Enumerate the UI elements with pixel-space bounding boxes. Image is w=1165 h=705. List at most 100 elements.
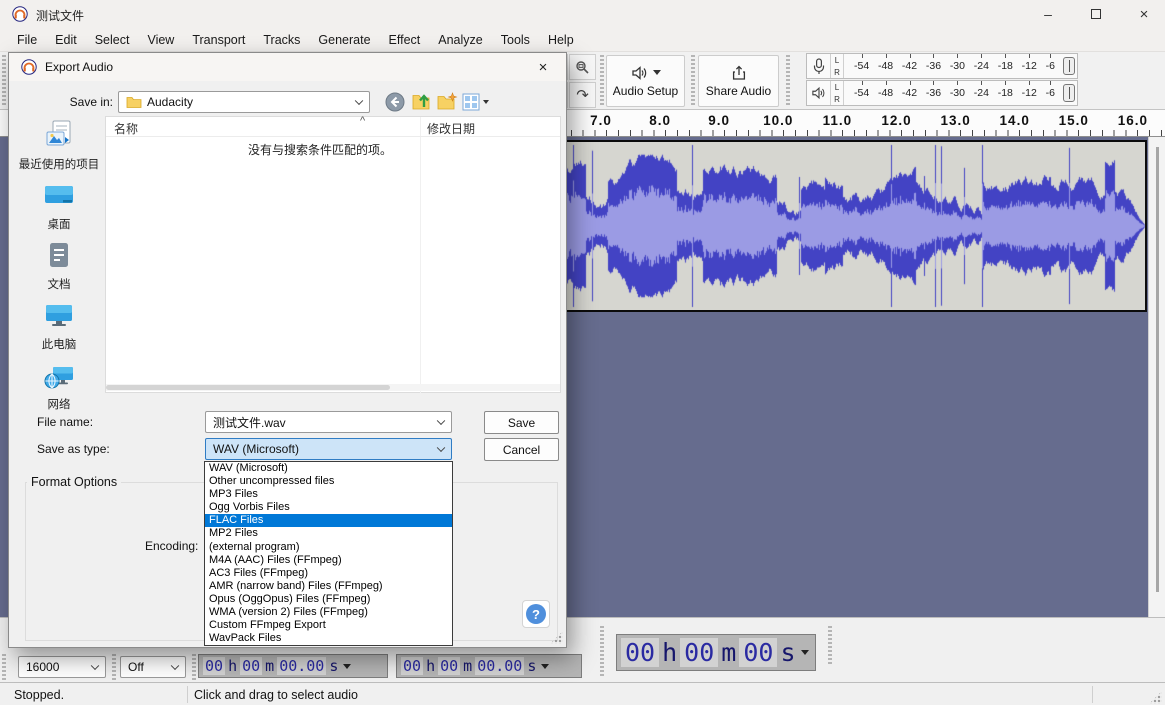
menu-edit[interactable]: Edit (46, 30, 86, 50)
selection-start-time[interactable]: 00 h 00 m 00.00 s (198, 654, 388, 678)
meter-scale-label: -36 (926, 60, 941, 72)
time-format-dropdown-icon[interactable] (541, 664, 549, 673)
menu-generate[interactable]: Generate (309, 30, 379, 50)
format-option[interactable]: FLAC Files (205, 514, 452, 527)
meter-scale-label: -42 (902, 87, 917, 99)
format-option[interactable]: WAV (Microsoft) (205, 462, 452, 475)
up-one-level-button[interactable] (411, 91, 433, 113)
time-format-dropdown-icon[interactable] (801, 650, 809, 659)
format-option[interactable]: Other uncompressed files (205, 475, 452, 488)
seconds-value[interactable]: 00.00 (475, 657, 524, 675)
toolbar-grip[interactable] (691, 55, 695, 107)
format-option[interactable]: WavPack Files (205, 632, 452, 645)
go-back-button[interactable] (384, 91, 406, 113)
zoom-toggle-button[interactable] (569, 54, 596, 80)
place-recent-items[interactable]: 最近使用的项目 (15, 117, 103, 177)
help-button[interactable]: ? (522, 600, 550, 628)
meter-scale-label: -42 (902, 60, 917, 72)
hours-value[interactable]: 00 (203, 657, 225, 675)
share-audio-button[interactable]: Share Audio (698, 55, 779, 107)
playback-meter[interactable]: LR -54-48-42-36-30-24-18-12-6 (806, 80, 1078, 106)
toolbar-grip[interactable] (2, 654, 6, 680)
window-resize-grip[interactable] (1149, 691, 1162, 704)
dialog-title-bar[interactable]: Export Audio × (9, 53, 566, 81)
selection-end-time[interactable]: 00 h 00 m 00.00 s (396, 654, 582, 678)
file-list[interactable]: 名称 ^ 修改日期 没有与搜索条件匹配的项。 (105, 116, 561, 393)
redo-button[interactable]: ↷ (569, 82, 596, 108)
menu-effect[interactable]: Effect (380, 30, 430, 50)
ruler-tick-label: 14.0 (1000, 113, 1030, 128)
horizontal-scrollbar[interactable] (106, 384, 560, 391)
audio-position-time[interactable]: 00 h 00 m 00 s (616, 634, 816, 671)
save-in-combobox[interactable]: Audacity (118, 91, 370, 113)
hours-value[interactable]: 00 (401, 657, 423, 675)
hours-value[interactable]: 00 (621, 638, 659, 667)
toolbar-grip[interactable] (192, 654, 196, 680)
format-option[interactable]: AMR (narrow band) Files (FFmpeg) (205, 580, 452, 593)
toolbar-grip[interactable] (600, 626, 604, 678)
menu-analyze[interactable]: Analyze (429, 30, 491, 50)
project-rate-combobox[interactable]: 16000 (18, 656, 106, 678)
new-folder-button[interactable] (436, 91, 458, 113)
toolbar-grip[interactable] (2, 55, 6, 107)
dialog-close-button[interactable]: × (526, 53, 560, 81)
format-option[interactable]: Opus (OggOpus) Files (FFmpeg) (205, 593, 452, 606)
format-option[interactable]: MP2 Files (205, 527, 452, 540)
meter-scale-label: -18 (998, 60, 1013, 72)
menu-transport[interactable]: Transport (183, 30, 254, 50)
seconds-unit: s (527, 657, 536, 675)
format-option[interactable]: (external program) (205, 541, 452, 554)
save-as-type-combobox[interactable]: WAV (Microsoft) (205, 438, 452, 460)
minutes-unit: m (463, 657, 472, 675)
place-label: 桌面 (48, 216, 71, 232)
recording-meter[interactable]: LR -54-48-42-36-30-24-18-12-6 (806, 53, 1078, 79)
menu-tracks[interactable]: Tracks (254, 30, 309, 50)
format-option[interactable]: AC3 Files (FFmpeg) (205, 567, 452, 580)
save-button-label: Save (508, 416, 535, 430)
date-modified-column-header[interactable]: 修改日期 (427, 120, 475, 137)
meter-slider-handle[interactable] (1063, 57, 1075, 75)
audio-setup-button[interactable]: Audio Setup (606, 55, 685, 107)
menu-file[interactable]: File (8, 30, 46, 50)
menu-help[interactable]: Help (539, 30, 583, 50)
status-bar: Stopped. Click and drag to select audio (0, 682, 1165, 705)
place-this-pc[interactable]: 此电脑 (15, 297, 103, 357)
menu-view[interactable]: View (138, 30, 183, 50)
toolbar-grip[interactable] (786, 55, 790, 107)
snap-to-combobox[interactable]: Off (120, 656, 186, 678)
place-documents[interactable]: 文档 (15, 237, 103, 297)
toolbar-grip[interactable] (112, 654, 116, 680)
place-desktop[interactable]: 桌面 (15, 177, 103, 237)
format-option[interactable]: Custom FFmpeg Export (205, 619, 452, 632)
format-option[interactable]: M4A (AAC) Files (FFmpeg) (205, 554, 452, 567)
ruler-tick-label: 13.0 (940, 113, 970, 128)
format-option[interactable]: MP3 Files (205, 488, 452, 501)
zoom-toggle-icon (575, 60, 590, 75)
toolbar-grip[interactable] (600, 55, 604, 107)
file-name-combobox[interactable]: 测试文件.wav (205, 411, 452, 433)
menu-select[interactable]: Select (86, 30, 139, 50)
place-network[interactable]: 网络 (15, 357, 103, 417)
minutes-value[interactable]: 00 (680, 638, 718, 667)
menu-tools[interactable]: Tools (492, 30, 539, 50)
toolbar-grip[interactable] (828, 626, 832, 666)
seconds-value[interactable]: 00 (739, 638, 777, 667)
view-menu-button[interactable] (461, 91, 491, 113)
vertical-scrollbar-thumb[interactable] (1156, 147, 1159, 592)
vertical-scrollbar[interactable] (1148, 137, 1165, 617)
horizontal-scrollbar-thumb[interactable] (106, 385, 390, 390)
minimize-button[interactable]: – (1025, 0, 1071, 28)
time-format-dropdown-icon[interactable] (343, 664, 351, 673)
close-button[interactable]: × (1121, 0, 1165, 28)
minutes-value[interactable]: 00 (438, 657, 460, 675)
meter-slider-handle[interactable] (1063, 84, 1075, 102)
seconds-value[interactable]: 00.00 (277, 657, 326, 675)
maximize-button[interactable] (1073, 0, 1119, 28)
format-option[interactable]: WMA (version 2) Files (FFmpeg) (205, 606, 452, 619)
name-column-header[interactable]: 名称 (114, 120, 138, 137)
format-option[interactable]: Ogg Vorbis Files (205, 501, 452, 514)
save-button[interactable]: Save (484, 411, 559, 434)
empty-folder-message: 没有与搜索条件匹配的项。 (248, 141, 392, 158)
minutes-value[interactable]: 00 (240, 657, 262, 675)
cancel-button[interactable]: Cancel (484, 438, 559, 461)
